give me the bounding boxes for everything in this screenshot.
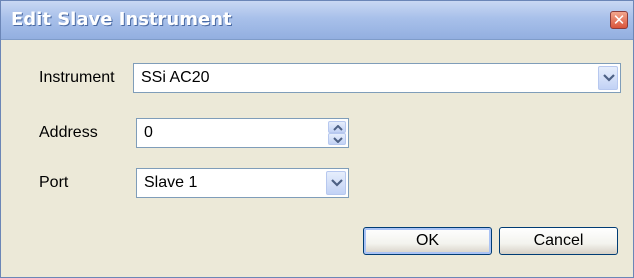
title-bar[interactable]: Edit Slave Instrument ✕ [1, 1, 633, 40]
close-button[interactable]: ✕ [610, 11, 628, 29]
arrow-down-icon [333, 137, 343, 143]
arrow-up-icon [333, 125, 343, 131]
address-stepper-buttons [328, 121, 346, 145]
close-icon: ✕ [612, 11, 626, 29]
address-stepper[interactable]: 0 [136, 118, 349, 148]
cancel-button[interactable]: Cancel [499, 227, 618, 255]
address-increment-button[interactable] [328, 121, 346, 133]
port-value: Slave 1 [144, 174, 198, 191]
dialog-body: Instrument SSi AC20 Address 0 Port Slave… [2, 40, 632, 276]
port-dropdown-button[interactable] [326, 171, 346, 195]
ok-button[interactable]: OK [363, 227, 492, 255]
instrument-label: Instrument [39, 69, 115, 86]
port-dropdown[interactable]: Slave 1 [136, 168, 349, 198]
chevron-down-icon [603, 74, 615, 82]
instrument-dropdown-button[interactable] [598, 66, 618, 90]
chevron-down-icon [331, 179, 343, 187]
address-decrement-button[interactable] [328, 133, 346, 145]
instrument-value: SSi AC20 [141, 69, 210, 86]
address-value: 0 [144, 124, 153, 141]
dialog-title: Edit Slave Instrument [11, 9, 232, 30]
edit-slave-instrument-dialog: Edit Slave Instrument ✕ Instrument SSi A… [0, 0, 634, 278]
instrument-dropdown[interactable]: SSi AC20 [133, 63, 621, 93]
address-label: Address [39, 124, 98, 141]
port-label: Port [39, 174, 69, 191]
